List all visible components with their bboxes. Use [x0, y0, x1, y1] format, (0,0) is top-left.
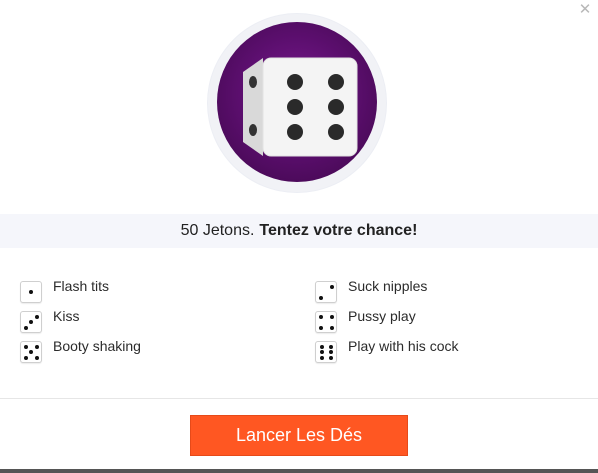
- dice-hero-image: [208, 14, 386, 192]
- chance-cta-text: Tentez votre chance!: [259, 222, 418, 239]
- die-face-3-icon: [20, 311, 42, 333]
- die-face-1-icon: [20, 281, 42, 303]
- option-label: Play with his cock: [348, 338, 459, 354]
- die-face-6-icon: [315, 341, 337, 363]
- token-cost-text: 50 Jetons.: [180, 222, 255, 239]
- footer-divider: [0, 398, 598, 399]
- option-face-1: Flash tits: [20, 278, 110, 303]
- die-face-5-icon: [20, 341, 42, 363]
- option-label: Suck nipples: [348, 278, 428, 294]
- roll-dice-button[interactable]: Lancer Les Dés: [190, 415, 408, 456]
- bottom-edge: [0, 469, 598, 473]
- option-label: Booty shaking: [53, 338, 141, 354]
- option-face-4: Pussy play: [315, 308, 416, 333]
- option-label: Kiss: [53, 308, 80, 324]
- option-face-6: Play with his cock: [315, 338, 459, 363]
- chance-banner: 50 Jetons. Tentez votre chance!: [0, 214, 598, 248]
- option-label: Flash tits: [53, 278, 110, 294]
- option-face-5: Booty shaking: [20, 338, 141, 363]
- option-face-3: Kiss: [20, 308, 80, 333]
- die-face-4-icon: [315, 311, 337, 333]
- option-label: Pussy play: [348, 308, 416, 324]
- close-icon[interactable]: ✕: [578, 2, 592, 17]
- option-face-2: Suck nipples: [315, 278, 428, 303]
- die-face-2-icon: [315, 281, 337, 303]
